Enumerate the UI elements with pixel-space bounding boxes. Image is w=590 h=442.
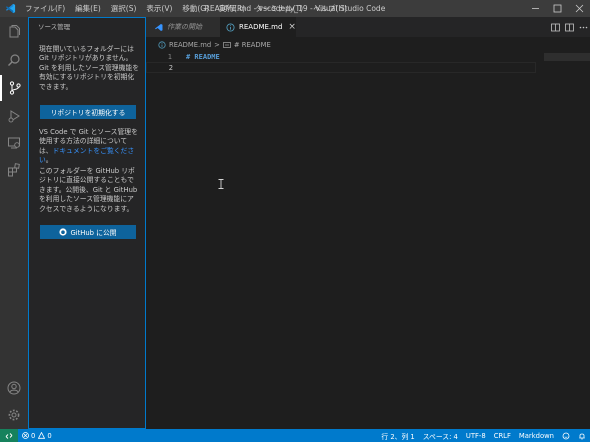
tab-welcome-label: 作業の開始 (167, 23, 202, 31)
warning-count: 0 (47, 431, 52, 440)
vscode-logo-icon (0, 0, 20, 17)
publish-github-button[interactable]: GitHub に公開 (40, 225, 136, 239)
git-docs-message: VS Code で Git とソース管理を使用する方法の詳細については、ドキュメ… (39, 128, 139, 166)
text-cursor-icon (218, 179, 224, 189)
run-debug-icon[interactable] (0, 103, 28, 129)
title-bar: ファイル(F) 編集(E) 選択(S) 表示(V) 移動(G) 実行(R) ター… (0, 0, 590, 17)
breadcrumb-file[interactable]: README.md (169, 41, 211, 49)
sidebar-title: ソース管理 (38, 23, 71, 31)
source-control-sidebar: ソース管理 現在開いているフォルダーには Git リポジトリがありません。Git… (28, 17, 146, 429)
indentation[interactable]: スペース: 4 (419, 431, 462, 441)
tab-readme[interactable]: README.md × (220, 17, 296, 37)
problems-status[interactable]: 0 0 (18, 432, 56, 440)
activity-bar (0, 17, 28, 429)
search-icon[interactable] (0, 47, 28, 73)
breadcrumb-separator: > (214, 40, 220, 49)
line-number: 1 (167, 52, 172, 61)
editor-actions (548, 17, 590, 37)
extensions-icon[interactable] (0, 157, 28, 183)
error-count: 0 (31, 431, 36, 440)
menu-selection[interactable]: 選択(S) (106, 0, 142, 17)
init-repo-button[interactable]: リポジトリを初期化する (40, 105, 136, 119)
info-icon (226, 22, 235, 32)
breadcrumb-symbol[interactable]: # README (234, 41, 271, 49)
explorer-icon[interactable] (0, 19, 28, 45)
source-control-icon[interactable] (0, 75, 28, 101)
split-editor-icon[interactable] (562, 17, 576, 37)
minimap[interactable] (544, 53, 590, 61)
menu-view[interactable]: 表示(V) (141, 0, 177, 17)
editor-group: 作業の開始 README.md × README.md > # README 1… (146, 17, 590, 429)
code-text: # README (186, 52, 220, 61)
end-of-line[interactable]: CRLF (490, 432, 515, 440)
tab-welcome[interactable]: 作業の開始 (146, 17, 220, 37)
tab-close-icon[interactable]: × (288, 22, 296, 32)
menu-help[interactable]: ヘルプ(H) (308, 0, 352, 17)
editor-line[interactable]: 1 # README (146, 51, 536, 62)
vscode-tab-icon (155, 23, 163, 31)
editor-current-line[interactable]: 2 (146, 62, 536, 73)
close-icon (575, 4, 583, 13)
minimize-button[interactable] (524, 0, 546, 17)
error-icon (22, 432, 29, 439)
open-preview-icon[interactable] (548, 17, 562, 37)
language-mode[interactable]: Markdown (515, 432, 558, 440)
info-icon (158, 40, 166, 49)
minimize-icon (531, 8, 539, 9)
remote-indicator[interactable] (0, 429, 18, 442)
menu-file[interactable]: ファイル(F) (20, 0, 70, 17)
tab-bar: 作業の開始 README.md × (146, 17, 590, 37)
breadcrumb: README.md > # README (158, 39, 274, 50)
warning-icon (38, 432, 46, 439)
tab-readme-label: README.md (239, 23, 283, 31)
menu-bar: ファイル(F) 編集(E) 選択(S) 表示(V) 移動(G) 実行(R) ター… (20, 0, 352, 17)
menu-edit[interactable]: 編集(E) (70, 0, 106, 17)
no-repo-message: 現在開いているフォルダーには Git リポジトリがありません。Git を利用した… (39, 45, 139, 91)
line-number: 2 (168, 63, 173, 72)
status-bar: 0 0 行 2、列 1 スペース: 4 UTF-8 CRLF Markdown (0, 429, 590, 442)
close-window-button[interactable] (568, 0, 590, 17)
publish-github-label: GitHub に公開 (70, 229, 117, 237)
notifications-bell-icon[interactable] (574, 432, 590, 440)
status-right: 行 2、列 1 スペース: 4 UTF-8 CRLF Markdown (377, 429, 590, 442)
remote-icon (5, 432, 13, 439)
git-docs-suffix: 。 (45, 156, 53, 165)
encoding[interactable]: UTF-8 (462, 432, 490, 440)
menu-terminal[interactable]: ターミナル(T) (250, 0, 308, 17)
cursor-position[interactable]: 行 2、列 1 (377, 431, 418, 441)
docs-link[interactable]: ドキュメントをご覧ください (39, 147, 134, 164)
accounts-icon[interactable] (0, 375, 28, 401)
settings-gear-icon[interactable] (0, 402, 28, 428)
remote-explorer-icon[interactable] (0, 130, 28, 156)
feedback-icon[interactable] (558, 432, 574, 440)
publish-message: このフォルダーを GitHub リポジトリに直接公開することもできます。公開後、… (39, 167, 138, 213)
menu-go[interactable]: 移動(G) (177, 0, 214, 17)
menu-run[interactable]: 実行(R) (214, 0, 250, 17)
window-controls (524, 0, 590, 17)
github-icon (59, 228, 68, 236)
more-actions-icon[interactable] (576, 17, 590, 37)
symbol-string-icon (223, 41, 231, 48)
maximize-icon (553, 4, 561, 13)
maximize-button[interactable] (546, 0, 568, 17)
